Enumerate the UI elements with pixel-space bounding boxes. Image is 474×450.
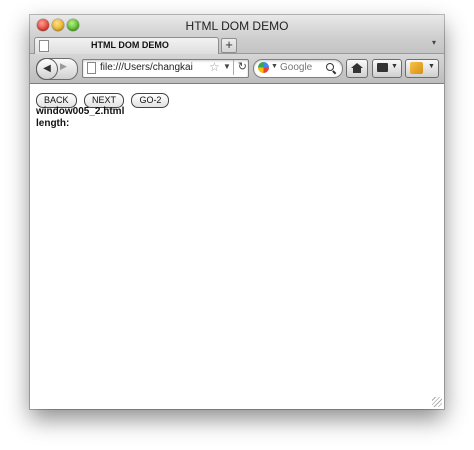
addon-button[interactable]: ▼: [405, 59, 439, 78]
addon-icon: [410, 62, 423, 74]
search-input[interactable]: Google: [280, 62, 312, 73]
list-all-tabs-icon[interactable]: ▾: [432, 38, 436, 47]
page-icon: [39, 40, 49, 52]
new-tab-button[interactable]: +: [221, 38, 237, 53]
back-button[interactable]: ◀: [36, 58, 58, 80]
chevron-down-icon[interactable]: ▼: [271, 63, 278, 70]
tab-label: HTML DOM DEMO: [91, 40, 169, 50]
home-button[interactable]: [346, 59, 368, 78]
google-icon[interactable]: [258, 62, 269, 73]
star-icon[interactable]: ☆: [209, 60, 220, 74]
title-bar: HTML DOM DEMO: [30, 15, 444, 37]
bookmarks-button[interactable]: ▼: [372, 59, 402, 78]
url-text[interactable]: file:///Users/changkai: [100, 62, 206, 73]
forward-button[interactable]: ▶: [60, 61, 67, 72]
resize-grip-icon[interactable]: [432, 397, 442, 407]
browser-window: HTML DOM DEMO HTML DOM DEMO + ▾ ◀ ▶ file…: [30, 15, 444, 409]
search-bar[interactable]: ▼ Google: [253, 59, 343, 78]
chevron-down-icon: ▼: [428, 63, 435, 70]
window-title: HTML DOM DEMO: [185, 19, 289, 33]
search-icon[interactable]: [326, 63, 334, 71]
chevron-down-icon[interactable]: ▼: [223, 62, 231, 71]
page-icon: [87, 62, 96, 74]
back-forward-group: ◀ ▶: [36, 58, 78, 80]
bookmark-icon: [377, 63, 388, 72]
length-label: length:: [36, 118, 70, 129]
tab-strip: HTML DOM DEMO + ▾: [30, 37, 444, 54]
chevron-down-icon: ▼: [391, 63, 398, 70]
url-bar[interactable]: file:///Users/changkai ☆ ▼ ↻: [82, 59, 249, 78]
home-icon: [351, 63, 363, 73]
filename-text: window005_2.html: [36, 106, 125, 117]
go-2-button[interactable]: GO-2: [131, 93, 170, 108]
tab-html-dom-demo[interactable]: HTML DOM DEMO: [34, 37, 219, 54]
page-content: BACK NEXT GO-2 window005_2.html length:: [30, 84, 444, 409]
navigation-toolbar: ◀ ▶ file:///Users/changkai ☆ ▼ ↻ ▼ Googl…: [30, 54, 444, 84]
reload-icon[interactable]: ↻: [233, 60, 247, 75]
